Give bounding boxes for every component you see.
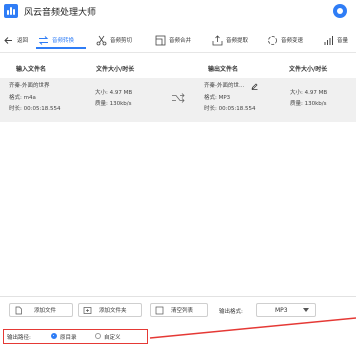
output-file-name: 齐秦-外面的世... (204, 83, 245, 89)
add-folder-icon (83, 306, 92, 315)
output-format-label: 输出格式: (219, 309, 243, 315)
output-format: 格式: MP3 (204, 95, 231, 101)
convert-icon (38, 35, 49, 46)
header-size-duration: 文件大小/时长 (96, 66, 135, 73)
tab-label: 音频合并 (169, 38, 192, 44)
radio-source-label: 原目录 (60, 335, 77, 341)
tab-label: 音量 (337, 38, 349, 44)
add-file-icon (14, 306, 23, 315)
add-folder-button[interactable]: 添加文件夹 (78, 303, 142, 317)
active-tab-indicator (36, 47, 86, 49)
tab-volume[interactable]: 音量 (323, 31, 348, 49)
header-input-name: 输入文件名 (16, 66, 47, 73)
input-format: 格式: m4a (9, 95, 36, 101)
clear-list-icon (155, 306, 164, 315)
chevron-down-icon (303, 308, 309, 312)
back-label: 返回 (17, 38, 29, 44)
add-file-label: 添加文件 (34, 308, 57, 314)
back-arrow-icon (3, 35, 14, 46)
tab-label: 音频提取 (226, 38, 249, 44)
tab-audio-extract[interactable]: 音频提取 (212, 31, 248, 49)
app-title: 风云音频处理大师 (24, 8, 97, 18)
tab-label: 音频剪切 (110, 38, 133, 44)
output-format-value: MP3 (275, 307, 288, 314)
app-logo-icon (4, 4, 18, 18)
output-duration: 时长: 00:05:18.554 (204, 106, 256, 112)
edit-pencil-icon[interactable] (251, 83, 258, 90)
tab-label: 音频变速 (281, 38, 304, 44)
radio-custom-directory[interactable] (95, 333, 101, 339)
tab-label: 音频转换 (52, 38, 75, 44)
header-output-size-duration: 文件大小/时长 (289, 66, 328, 73)
output-size: 大小: 4.97 MB (290, 90, 328, 96)
input-file-name: 齐秦-外面的世界 (9, 83, 50, 89)
table-header: 输入文件名 文件大小/时长 输出文件名 文件大小/时长 (0, 58, 356, 76)
output-quality: 质量: 130kb/s (290, 101, 327, 107)
tab-audio-speed[interactable]: 音频变速 (267, 31, 303, 49)
toolbar: 返回 音频转换 音频剪切 音频合并 音频提取 音频变速 音量 (0, 27, 356, 53)
header-output-name: 输出文件名 (208, 66, 239, 73)
radio-source-directory[interactable] (51, 333, 57, 339)
radio-custom-label: 自定义 (104, 335, 121, 341)
add-folder-label: 添加文件夹 (99, 308, 127, 314)
clear-list-label: 清空列表 (171, 308, 194, 314)
input-size: 大小: 4.97 MB (95, 90, 133, 96)
merge-icon (155, 35, 166, 46)
scissors-icon (96, 35, 107, 46)
back-button[interactable]: 返回 (3, 31, 28, 49)
output-format-select[interactable]: MP3 (256, 303, 316, 317)
convert-arrow-icon (171, 93, 185, 103)
speed-icon (267, 35, 278, 46)
tab-audio-cut[interactable]: 音频剪切 (96, 31, 132, 49)
input-duration: 时长: 00:05:18.554 (9, 106, 61, 112)
output-path-label: 输出路径: (7, 335, 31, 341)
input-quality: 质量: 130kb/s (95, 101, 132, 107)
clear-list-button[interactable]: 清空列表 (150, 303, 208, 317)
volume-icon (323, 35, 334, 46)
tab-audio-merge[interactable]: 音频合并 (155, 31, 191, 49)
user-avatar-icon[interactable] (333, 4, 347, 18)
add-file-button[interactable]: 添加文件 (9, 303, 73, 317)
extract-icon (212, 34, 223, 46)
table-row[interactable]: 齐秦-外面的世界 格式: m4a 时长: 00:05:18.554 大小: 4.… (0, 78, 356, 122)
